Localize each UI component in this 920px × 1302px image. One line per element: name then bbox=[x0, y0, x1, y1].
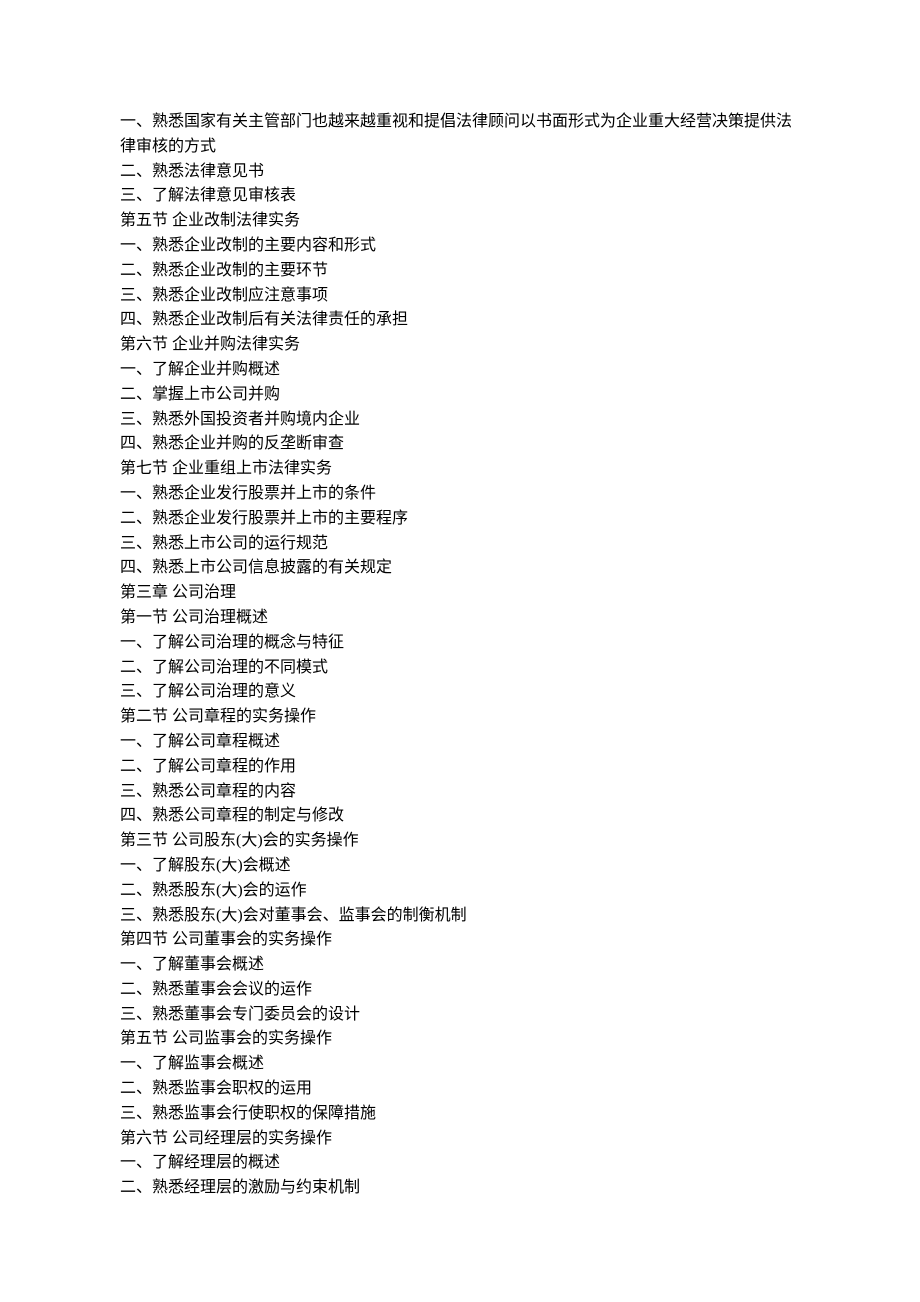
outline-line: 三、熟悉公司章程的内容 bbox=[120, 780, 800, 805]
outline-line: 二、了解公司章程的作用 bbox=[120, 755, 800, 780]
outline-line: 第五节 企业改制法律实务 bbox=[120, 209, 800, 234]
outline-line: 二、熟悉法律意见书 bbox=[120, 160, 800, 185]
outline-line: 三、熟悉企业改制应注意事项 bbox=[120, 284, 800, 309]
outline-line: 二、熟悉企业改制的主要环节 bbox=[120, 259, 800, 284]
outline-line: 四、熟悉上市公司信息披露的有关规定 bbox=[120, 556, 800, 581]
outline-line: 二、熟悉监事会职权的运用 bbox=[120, 1077, 800, 1102]
outline-line: 四、熟悉公司章程的制定与修改 bbox=[120, 804, 800, 829]
outline-line: 一、了解公司章程概述 bbox=[120, 730, 800, 755]
outline-line: 二、熟悉经理层的激励与约束机制 bbox=[120, 1176, 800, 1201]
outline-line: 二、熟悉董事会会议的运作 bbox=[120, 978, 800, 1003]
outline-line: 第三节 公司股东(大)会的实务操作 bbox=[120, 829, 800, 854]
outline-line: 三、熟悉董事会专门委员会的设计 bbox=[120, 1003, 800, 1028]
outline-line: 二、了解公司治理的不同模式 bbox=[120, 656, 800, 681]
outline-line: 二、熟悉股东(大)会的运作 bbox=[120, 879, 800, 904]
outline-line: 二、掌握上市公司并购 bbox=[120, 383, 800, 408]
outline-line: 一、熟悉企业改制的主要内容和形式 bbox=[120, 234, 800, 259]
outline-line: 第六节 公司经理层的实务操作 bbox=[120, 1127, 800, 1152]
outline-line: 一、了解监事会概述 bbox=[120, 1052, 800, 1077]
outline-line: 三、了解法律意见审核表 bbox=[120, 184, 800, 209]
outline-line: 三、熟悉股东(大)会对董事会、监事会的制衡机制 bbox=[120, 904, 800, 929]
outline-line: 第七节 企业重组上市法律实务 bbox=[120, 457, 800, 482]
outline-line: 一、熟悉企业发行股票并上市的条件 bbox=[120, 482, 800, 507]
outline-line: 一、了解股东(大)会概述 bbox=[120, 854, 800, 879]
outline-line: 一、了解企业并购概述 bbox=[120, 358, 800, 383]
outline-line: 第五节 公司监事会的实务操作 bbox=[120, 1027, 800, 1052]
outline-line: 第四节 公司董事会的实务操作 bbox=[120, 928, 800, 953]
outline-line: 一、了解经理层的概述 bbox=[120, 1151, 800, 1176]
document-page: 一、熟悉国家有关主管部门也越来越重视和提倡法律顾问以书面形式为企业重大经营决策提… bbox=[0, 0, 920, 1302]
outline-line: 三、熟悉外国投资者并购境内企业 bbox=[120, 408, 800, 433]
outline-line: 第三章 公司治理 bbox=[120, 581, 800, 606]
outline-line: 四、熟悉企业改制后有关法律责任的承担 bbox=[120, 308, 800, 333]
outline-line: 二、熟悉企业发行股票并上市的主要程序 bbox=[120, 507, 800, 532]
outline-line: 三、熟悉监事会行使职权的保障措施 bbox=[120, 1102, 800, 1127]
outline-line: 三、了解公司治理的意义 bbox=[120, 680, 800, 705]
outline-line: 一、了解董事会概述 bbox=[120, 953, 800, 978]
outline-line: 一、熟悉国家有关主管部门也越来越重视和提倡法律顾问以书面形式为企业重大经营决策提… bbox=[120, 110, 800, 160]
outline-line: 四、熟悉企业并购的反垄断审查 bbox=[120, 432, 800, 457]
outline-line: 一、了解公司治理的概念与特征 bbox=[120, 631, 800, 656]
outline-line: 第六节 企业并购法律实务 bbox=[120, 333, 800, 358]
outline-line: 三、熟悉上市公司的运行规范 bbox=[120, 532, 800, 557]
outline-line: 第二节 公司章程的实务操作 bbox=[120, 705, 800, 730]
outline-line: 第一节 公司治理概述 bbox=[120, 606, 800, 631]
